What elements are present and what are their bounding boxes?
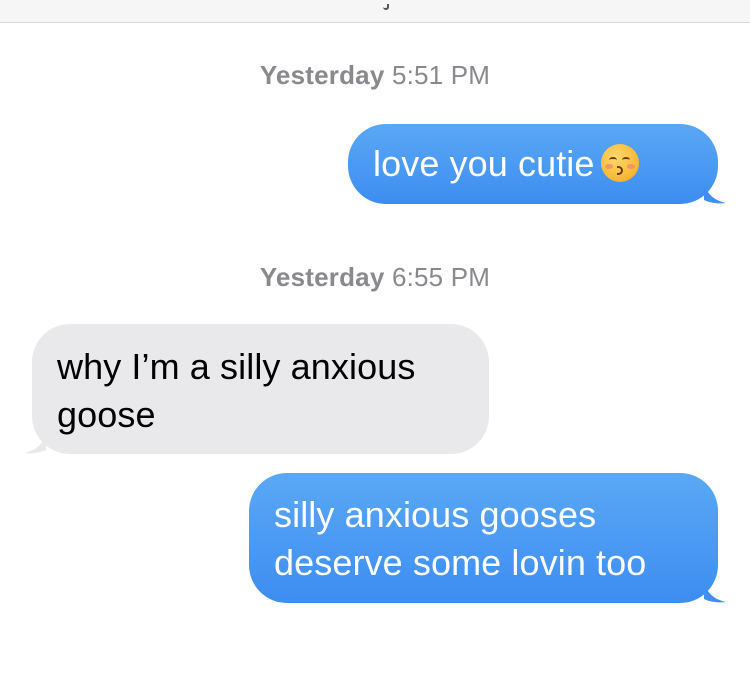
timestamp-time: 6:55 PM <box>391 262 491 292</box>
message-text: love you cutie <box>373 143 595 184</box>
message-bubble-received-1[interactable]: why I’m a silly anxious goose <box>24 324 489 454</box>
message-text: why I’m a silly anxious goose <box>57 346 416 435</box>
bubble-tail-icon <box>24 432 46 454</box>
bubble-tail-icon <box>704 581 726 603</box>
messages-screen: Yesterday 5:51 PM love you cutie Yesterd… <box>0 0 750 690</box>
bubble-tail-icon <box>704 182 726 204</box>
navigation-bar <box>0 0 750 23</box>
timestamp-1: Yesterday 5:51 PM <box>0 60 750 91</box>
timestamp-2: Yesterday 6:55 PM <box>0 262 750 293</box>
message-text: silly anxious gooses deserve some lovin … <box>274 494 647 583</box>
timestamp-day: Yesterday <box>259 60 385 90</box>
timestamp-day: Yesterday <box>259 262 385 292</box>
contact-name-clipped <box>375 0 395 10</box>
kissing-face-with-closed-eyes-icon <box>600 144 639 182</box>
timestamp-time: 5:51 PM <box>391 60 491 90</box>
message-bubble-sent-1[interactable]: love you cutie <box>348 124 726 204</box>
message-bubble-sent-2[interactable]: silly anxious gooses deserve some lovin … <box>249 473 726 603</box>
